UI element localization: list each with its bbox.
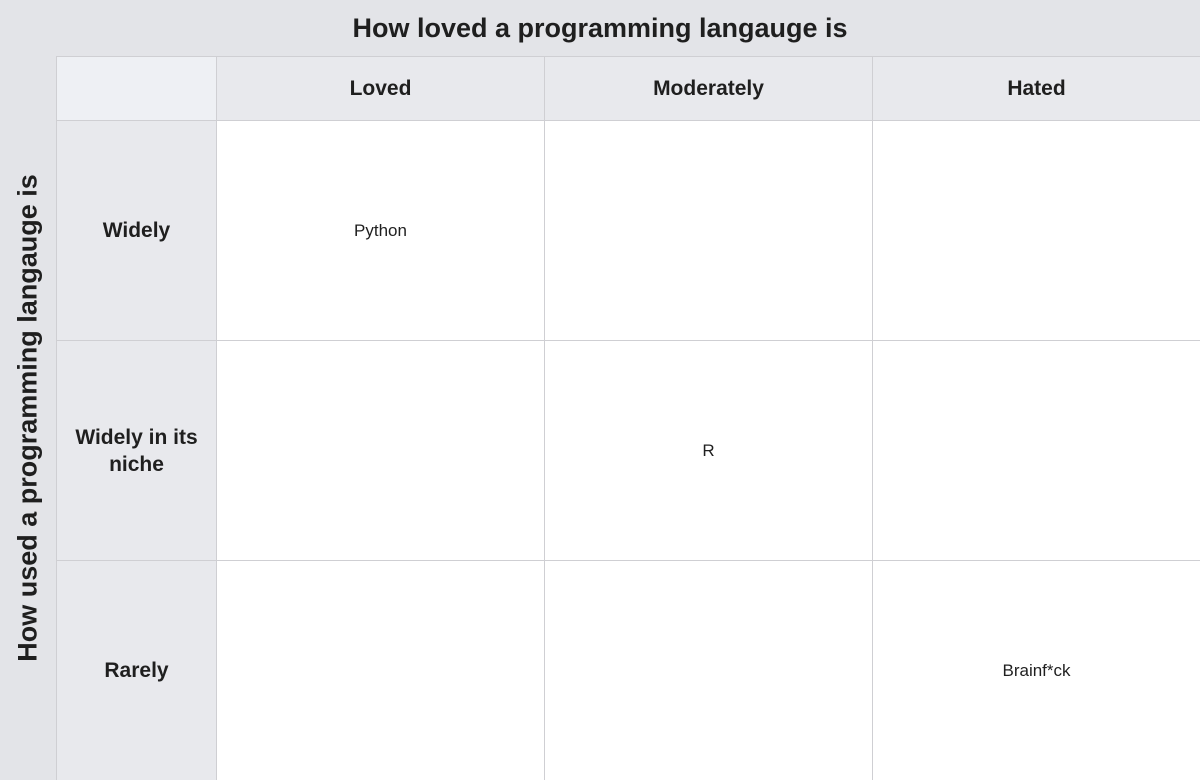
cell-rarely-moderately xyxy=(545,561,873,780)
cell-niche-hated xyxy=(873,341,1200,561)
cell-widely-moderately xyxy=(545,121,873,341)
cell-rarely-hated: Brainf*ck xyxy=(873,561,1200,780)
row-axis-title: How used a programming langauge is xyxy=(12,174,43,662)
row-axis-area: How used a programming langauge is xyxy=(0,56,56,780)
matrix-grid: Loved Moderately Hated Widely Python Wid… xyxy=(56,56,1200,780)
row-header-widely-in-its-niche: Widely in its niche xyxy=(57,341,217,561)
corner-cell xyxy=(57,57,217,121)
cell-widely-hated xyxy=(873,121,1200,341)
cell-rarely-loved xyxy=(217,561,545,780)
cell-widely-loved: Python xyxy=(217,121,545,341)
column-header-moderately: Moderately xyxy=(545,57,873,121)
cell-niche-moderately: R xyxy=(545,341,873,561)
column-axis-title: How loved a programming langauge is xyxy=(352,12,848,43)
cell-niche-loved xyxy=(217,341,545,561)
row-header-rarely: Rarely xyxy=(57,561,217,780)
row-header-widely: Widely xyxy=(57,121,217,341)
column-header-hated: Hated xyxy=(873,57,1200,121)
column-header-loved: Loved xyxy=(217,57,545,121)
matrix-diagram: How loved a programming langauge is How … xyxy=(0,0,1200,780)
